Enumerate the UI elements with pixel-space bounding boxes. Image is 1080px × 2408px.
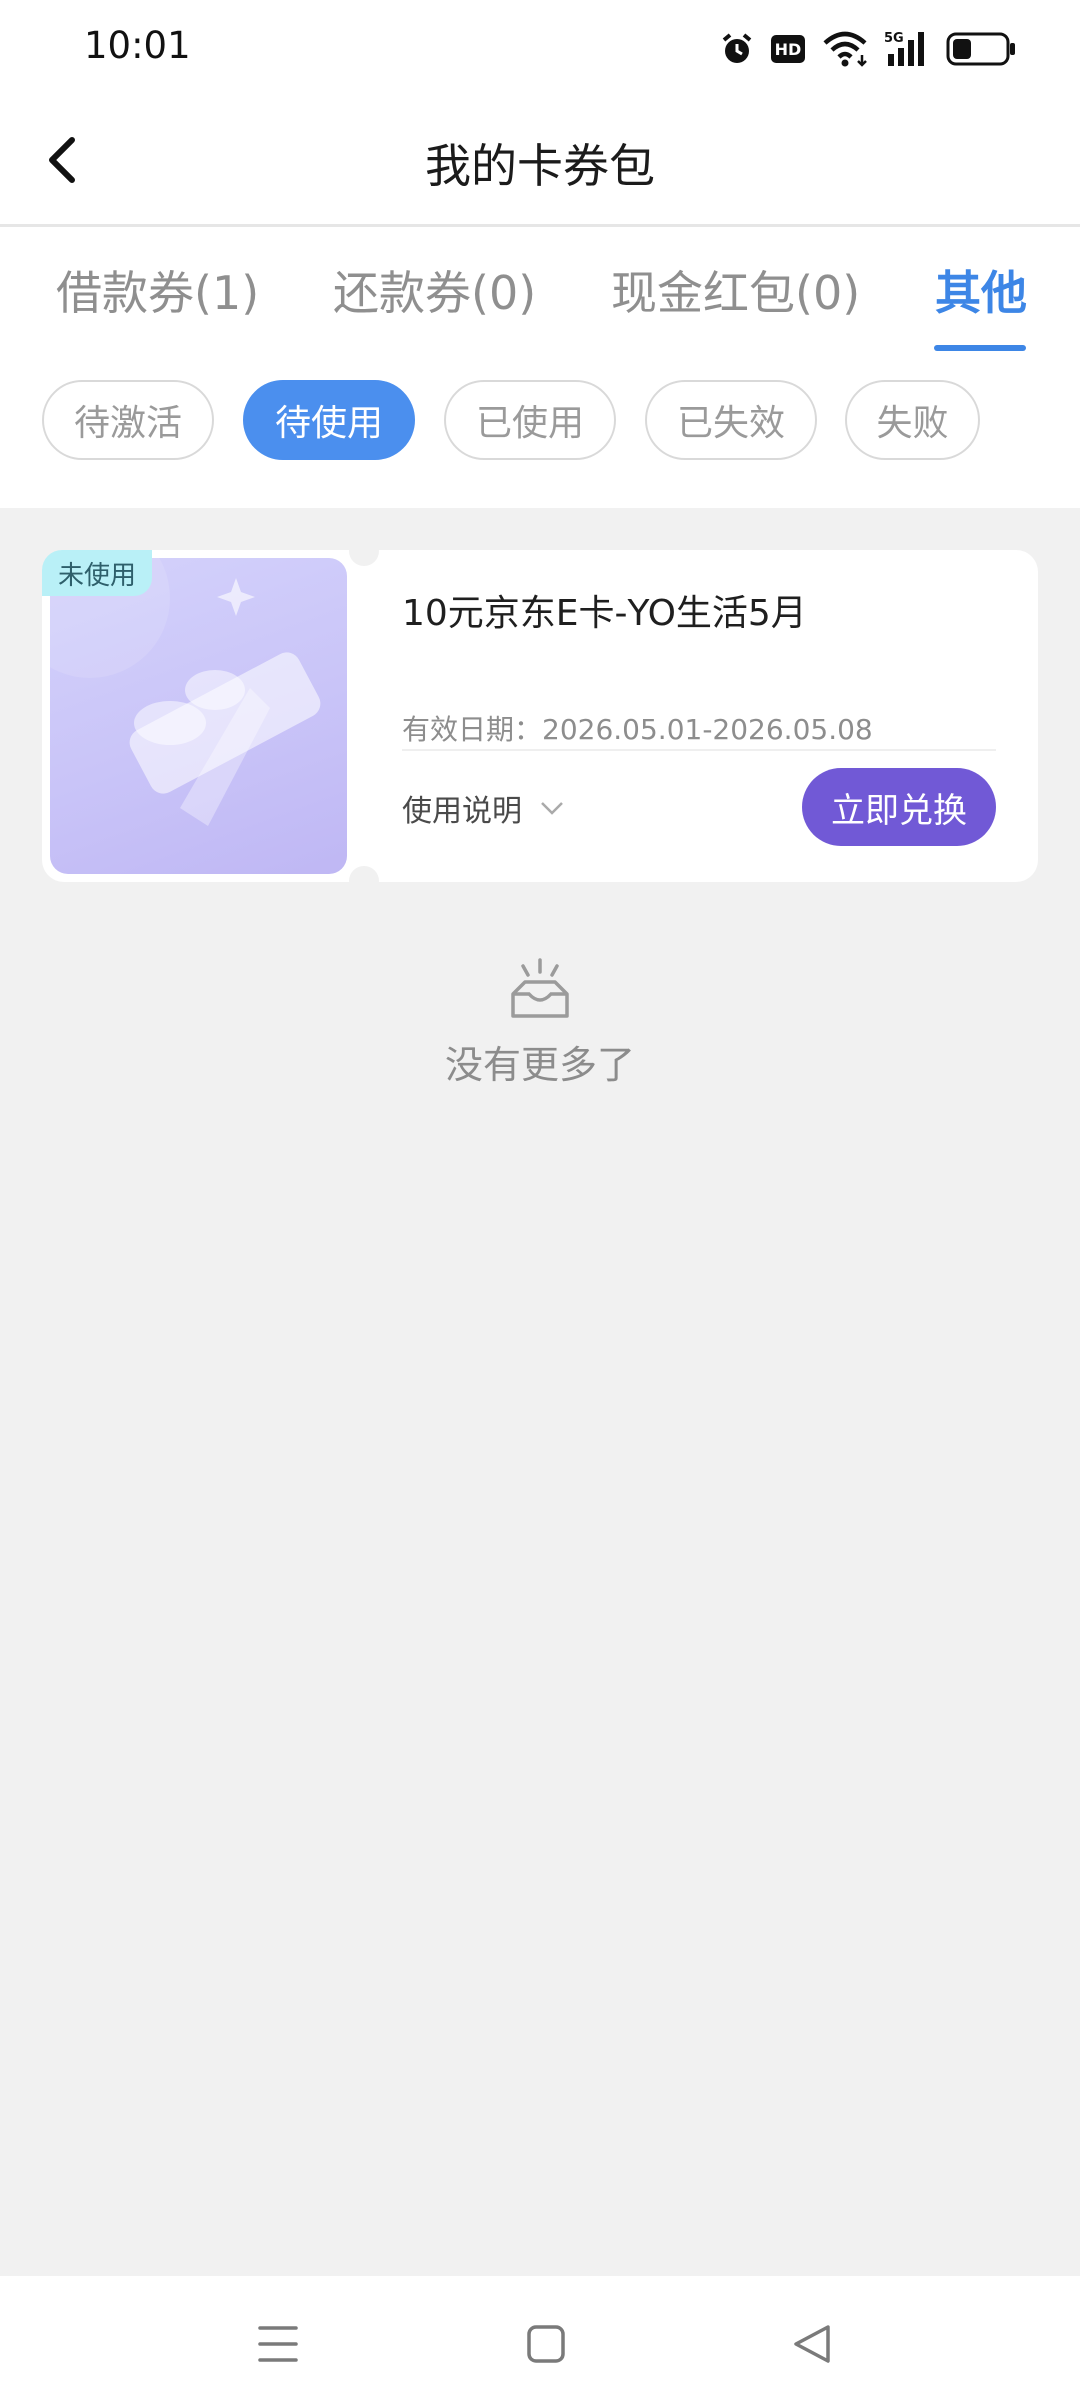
status-filters: 待激活 待使用 已使用 已失效 失败 (0, 380, 1080, 464)
battery-fill (953, 39, 971, 59)
gift-box-icon (50, 558, 321, 826)
filter-used[interactable]: 已使用 (444, 380, 616, 460)
status-icons: HD 5G (720, 26, 1016, 72)
filter-pending-activation[interactable]: 待激活 (42, 380, 214, 460)
end-of-list: 没有更多了 (0, 958, 1080, 1089)
card-divider (402, 749, 996, 751)
filter-to-use[interactable]: 待使用 (243, 380, 415, 460)
status-bar: 10:01 HD 5G (0, 0, 1080, 96)
5g-signal-icon: 5G (884, 31, 924, 66)
active-tab-indicator (934, 345, 1026, 351)
back-triangle-icon (794, 2325, 830, 2363)
chevron-down-icon (541, 802, 563, 815)
filter-expired[interactable]: 已失效 (645, 380, 817, 460)
coupon-tabs: 借款券(1) 还款券(0) 现金红包(0) 其他 (0, 227, 1080, 359)
coupon-card[interactable]: 未使用 10元京东E卡-YO生活5月 有效日期：2026.05.01-2026.… (42, 536, 1038, 896)
ticket-notch-bottom (349, 866, 379, 896)
usage-instructions-label: 使用说明 (402, 794, 522, 829)
wifi-icon (823, 31, 867, 67)
hd-icon: HD (771, 35, 805, 63)
menu-icon (258, 2326, 298, 2362)
coupon-validity: 有效日期：2026.05.01-2026.05.08 (402, 713, 873, 746)
usage-instructions-toggle[interactable]: 使用说明 (402, 786, 564, 830)
ticket-notch-top (349, 536, 379, 566)
alarm-icon (722, 33, 752, 63)
status-time: 10:01 (84, 24, 191, 67)
system-nav-bar (0, 2276, 1080, 2408)
tab-other[interactable]: 其他 (935, 257, 1027, 323)
redeem-button[interactable]: 立即兑换 (802, 768, 996, 846)
hd-label: HD (775, 40, 802, 59)
header: 我的卡券包 (0, 96, 1080, 227)
coupon-title: 10元京东E卡-YO生活5月 (402, 593, 807, 634)
no-more-text: 没有更多了 (444, 1043, 635, 1087)
status-badge: 未使用 (42, 550, 153, 596)
tab-cash-red-packets[interactable]: 现金红包(0) (611, 257, 860, 323)
network-label: 5G (884, 31, 904, 46)
filter-failed[interactable]: 失败 (845, 380, 980, 460)
battery-icon (946, 32, 1015, 66)
tab-loan-coupons[interactable]: 借款券(1) (56, 257, 259, 323)
page-title: 我的卡券包 (425, 139, 655, 193)
tab-repayment-coupons[interactable]: 还款券(0) (333, 257, 536, 323)
coupon-image (50, 558, 347, 874)
home-square-icon (527, 2325, 565, 2363)
nav-home-button[interactable] (516, 2314, 576, 2374)
nav-back-button[interactable] (782, 2314, 842, 2374)
nav-menu-button[interactable] (248, 2314, 308, 2374)
empty-tray-icon (511, 958, 569, 1018)
